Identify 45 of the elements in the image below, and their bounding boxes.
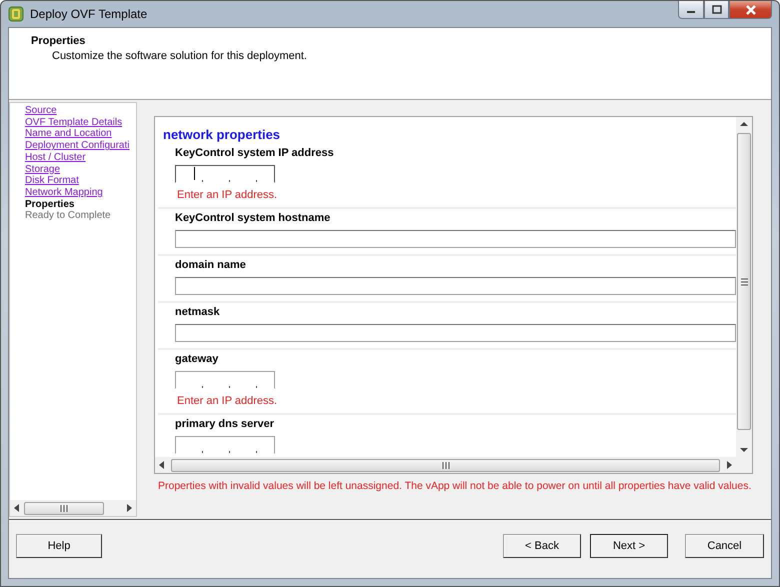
step-link[interactable]: Network Mapping xyxy=(25,186,136,199)
step-link[interactable]: Disk Format xyxy=(25,175,136,187)
input-field[interactable] xyxy=(175,230,736,248)
step-link[interactable]: Properties xyxy=(25,198,136,210)
field-label: primary dns server xyxy=(175,418,276,430)
close-icon xyxy=(744,4,756,14)
section-heading: network properties xyxy=(162,127,282,142)
maximize-icon xyxy=(712,5,722,14)
warning-message: Properties with invalid values will be left unassigned. The vApp will not be able to power on until all properties have valid values. xyxy=(157,479,752,492)
page-title: Properties xyxy=(31,35,86,47)
close-button[interactable] xyxy=(729,1,772,19)
input-field[interactable] xyxy=(175,324,736,342)
input-field[interactable] xyxy=(175,277,736,295)
field-label: netmask xyxy=(175,306,221,318)
scrollbar-thumb[interactable] xyxy=(171,458,720,472)
grip-icon xyxy=(740,278,748,286)
ip-address-field[interactable] xyxy=(175,165,275,183)
step-link[interactable]: Source xyxy=(25,105,136,117)
wizard-button[interactable]: < Back xyxy=(503,534,581,558)
minimize-button[interactable] xyxy=(678,1,704,19)
grip-icon xyxy=(60,504,68,512)
error-message: Enter an IP address. xyxy=(176,188,278,203)
wizard-button[interactable]: Next > xyxy=(590,534,668,558)
window-title: Deploy OVF Template xyxy=(30,7,148,21)
app-icon xyxy=(8,6,24,22)
field-label: KeyControl system IP address xyxy=(175,147,335,159)
ip-address-field[interactable] xyxy=(175,371,275,389)
grip-icon xyxy=(442,462,450,468)
step-link[interactable]: Deployment Configurati xyxy=(25,140,136,152)
scrollbar-thumb[interactable] xyxy=(737,133,751,430)
ip-address-field[interactable] xyxy=(175,436,275,454)
field-label: domain name xyxy=(175,259,247,271)
step-link: Ready to Complete xyxy=(25,210,112,222)
cancel-button[interactable]: Cancel xyxy=(685,534,764,558)
field-label: gateway xyxy=(175,353,220,365)
help-button[interactable]: Help xyxy=(16,534,102,558)
step-link[interactable]: Name and Location xyxy=(25,128,136,140)
step-link[interactable]: OVF Template Details xyxy=(25,116,136,128)
field-label: KeyControl system hostname xyxy=(175,212,332,224)
step-link[interactable]: Host / Cluster xyxy=(25,152,136,164)
page-subtitle: Customize the software solution for this deployment. xyxy=(51,49,308,62)
maximize-button[interactable] xyxy=(704,1,729,19)
scrollbar-thumb[interactable] xyxy=(24,502,104,514)
step-link[interactable]: Storage xyxy=(25,164,136,176)
error-message: Enter an IP address. xyxy=(176,394,278,409)
